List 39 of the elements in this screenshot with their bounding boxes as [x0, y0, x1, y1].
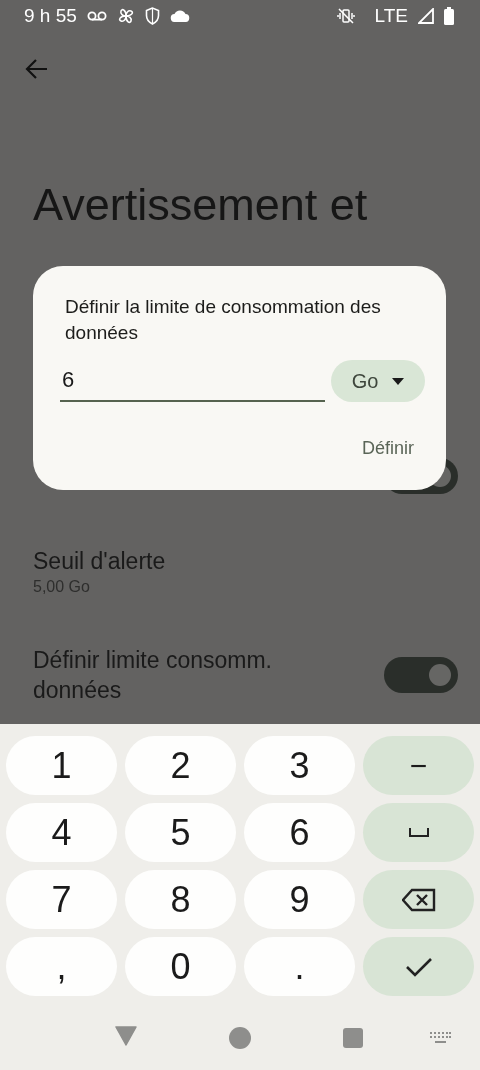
- check-icon: [404, 956, 433, 977]
- shield-icon: [144, 7, 160, 25]
- toggle-switch[interactable]: [384, 657, 458, 693]
- back-icon[interactable]: [115, 1026, 137, 1046]
- battery-icon: [444, 7, 454, 25]
- home-icon[interactable]: [229, 1027, 251, 1049]
- keyboard-key[interactable]: 4: [6, 803, 117, 862]
- setting-title: Seuil d'alerte: [33, 547, 167, 576]
- space-icon: [408, 828, 429, 837]
- backspace-icon: [401, 887, 436, 912]
- keyboard-key[interactable]: ,: [6, 937, 117, 996]
- keyboard-key[interactable]: −: [363, 736, 474, 795]
- back-arrow-icon[interactable]: [24, 58, 48, 80]
- clock: 9 h 55: [24, 5, 77, 27]
- recents-icon[interactable]: [343, 1028, 363, 1048]
- set-button[interactable]: Définir: [362, 438, 414, 459]
- voicemail-icon: [86, 11, 107, 21]
- keyboard-key[interactable]: 7: [6, 870, 117, 929]
- keyboard-key[interactable]: 6: [244, 803, 355, 862]
- keyboard-key[interactable]: 5: [125, 803, 236, 862]
- caret-icon: [392, 377, 405, 385]
- fan-icon: [116, 7, 135, 25]
- keyboard-icon[interactable]: [430, 1032, 451, 1044]
- network-type: LTE: [374, 5, 408, 27]
- signal-icon: [418, 8, 434, 24]
- muted-vibrate-icon: [336, 7, 355, 25]
- dialog-title: Définir la limite de consommation des données: [65, 295, 382, 345]
- keyboard-key[interactable]: 9: [244, 870, 355, 929]
- keyboard-key[interactable]: 0: [125, 937, 236, 996]
- keyboard-key[interactable]: 1: [6, 736, 117, 795]
- keyboard-key[interactable]: 2: [125, 736, 236, 795]
- keyboard-key[interactable]: 3: [244, 736, 355, 795]
- cloud-icon: [169, 10, 190, 22]
- input-field[interactable]: 6: [60, 360, 325, 402]
- page-title: Avertissement et: [33, 178, 369, 232]
- keyboard-key[interactable]: 8: [125, 870, 236, 929]
- keyboard-key[interactable]: .: [244, 937, 355, 996]
- unit-dropdown[interactable]: Go: [331, 360, 425, 402]
- setting-title: Définir limite consomm. données: [33, 646, 273, 705]
